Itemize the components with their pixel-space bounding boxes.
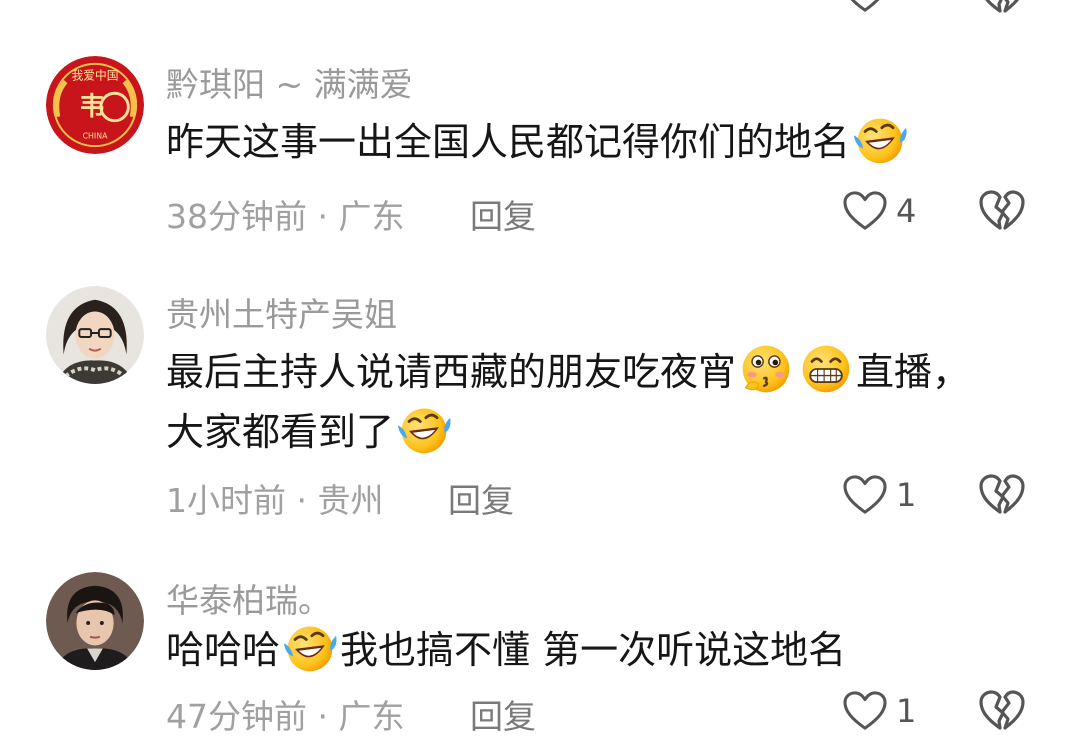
comment-text-part: 哈哈哈 bbox=[166, 628, 281, 672]
meta-separator: · bbox=[317, 197, 329, 236]
meta-separator: · bbox=[296, 481, 308, 520]
comment-text: 哈哈哈 我也搞不懂 第一次听说这地名 bbox=[166, 619, 1026, 679]
reply-button[interactable]: 回复 bbox=[448, 474, 514, 522]
laughing-crying-emoji-icon bbox=[396, 401, 452, 457]
comment-meta: 1小时前 · 贵州 bbox=[166, 474, 384, 522]
comment-text-part: 大家都看到了 bbox=[166, 410, 395, 454]
like-count: 4 bbox=[896, 192, 917, 230]
like-button[interactable]: 1 bbox=[842, 471, 916, 519]
avatar[interactable]: 我爱中国 韦 CHINA bbox=[46, 56, 144, 154]
reply-button[interactable]: 回复 bbox=[470, 690, 536, 738]
comment-time: 38分钟前 bbox=[166, 197, 307, 236]
heart-outline-icon bbox=[842, 690, 888, 732]
red-badge-avatar-image: 我爱中国 韦 CHINA bbox=[46, 56, 144, 154]
like-count: 1 bbox=[896, 692, 917, 730]
heart-outline-icon bbox=[842, 474, 888, 516]
broken-heart-icon bbox=[978, 689, 1026, 733]
heart-outline-icon bbox=[842, 190, 888, 232]
previous-like-icon[interactable] bbox=[842, 0, 888, 18]
comment-text-part: 昨天这事一出全国人民都记得你们的地名 bbox=[166, 120, 851, 164]
username[interactable]: 黔琪阳 ~ 满满爱 bbox=[166, 58, 413, 106]
svg-text:我爱中国: 我爱中国 bbox=[72, 69, 119, 83]
dislike-button[interactable] bbox=[978, 189, 1026, 233]
comment-time: 1小时前 bbox=[166, 481, 286, 520]
dislike-button[interactable] bbox=[978, 689, 1026, 733]
comment-location: 贵州 bbox=[317, 481, 384, 520]
username[interactable]: 华泰柏瑞。 bbox=[166, 574, 331, 622]
like-button[interactable]: 1 bbox=[842, 687, 916, 735]
broken-heart-icon bbox=[978, 473, 1026, 517]
young-man-avatar-image bbox=[46, 572, 144, 670]
thinking-blush-emoji-icon bbox=[738, 341, 794, 397]
comment-location: 广东 bbox=[338, 697, 405, 736]
comment-text-part: 我也搞不懂 第一次听说这地名 bbox=[340, 628, 847, 672]
grinning-teeth-emoji-icon bbox=[798, 341, 854, 397]
like-count: 1 bbox=[896, 476, 917, 514]
comment-location: 广东 bbox=[338, 197, 405, 236]
comment-meta: 38分钟前 · 广东 bbox=[166, 190, 405, 238]
like-button[interactable]: 4 bbox=[842, 187, 916, 235]
broken-heart-icon bbox=[978, 189, 1026, 233]
comment-text-part: 直播， bbox=[856, 350, 971, 394]
laughing-crying-emoji-icon bbox=[852, 111, 908, 167]
comment-text: 昨天这事一出全国人民都记得你们的地名 bbox=[166, 111, 1026, 171]
avatar[interactable] bbox=[46, 572, 144, 670]
comment-meta: 47分钟前 · 广东 bbox=[166, 690, 405, 738]
comment-text: 最后主持人说请西藏的朋友吃夜宵 直播， 大家都看到了 bbox=[166, 341, 1026, 461]
laughing-crying-emoji-icon bbox=[282, 619, 338, 675]
dislike-button[interactable] bbox=[978, 473, 1026, 517]
meta-separator: · bbox=[317, 697, 329, 736]
previous-dislike-icon[interactable] bbox=[978, 0, 1026, 20]
avatar[interactable] bbox=[46, 286, 144, 384]
comment-text-part: 最后主持人说请西藏的朋友吃夜宵 bbox=[166, 350, 737, 394]
svg-text:CHINA: CHINA bbox=[83, 131, 109, 140]
comment-time: 47分钟前 bbox=[166, 697, 307, 736]
woman-glasses-avatar-image bbox=[46, 286, 144, 384]
username[interactable]: 贵州土特产吴姐 bbox=[166, 288, 397, 336]
reply-button[interactable]: 回复 bbox=[470, 190, 536, 238]
